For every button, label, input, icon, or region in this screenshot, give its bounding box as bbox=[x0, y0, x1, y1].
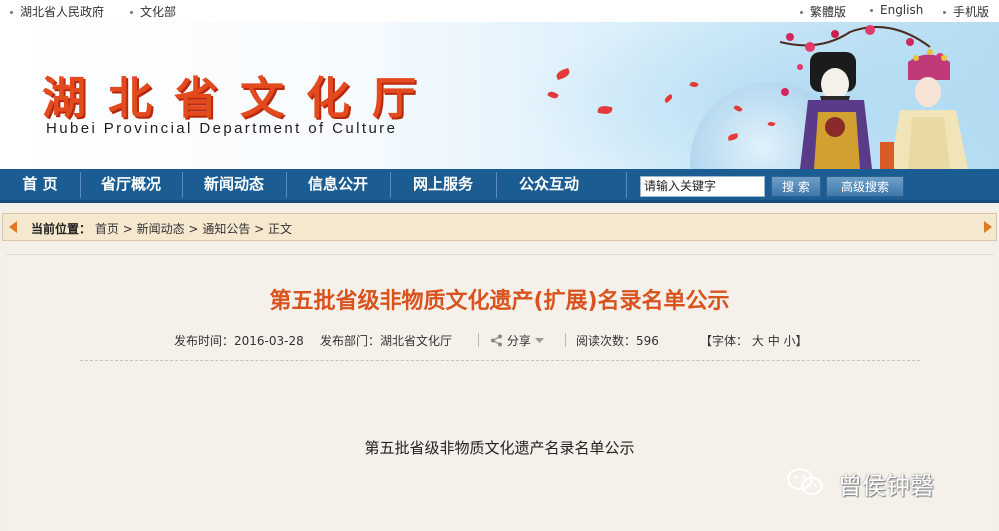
font-size-small[interactable]: 小 bbox=[784, 334, 796, 348]
search-input[interactable]: 请输入关键字 bbox=[640, 176, 765, 197]
chevron-down-icon bbox=[534, 338, 544, 343]
site-logo-subtitle: Hubei Provincial Department of Culture bbox=[46, 120, 398, 137]
breadcrumb-separator: > bbox=[188, 222, 199, 236]
link-label: 文化部 bbox=[140, 5, 177, 19]
link-hubei-government[interactable]: 湖北省人民政府 bbox=[10, 3, 104, 20]
article-body-line: 第五批省级非物质文化遗产名录名单公示 bbox=[364, 439, 635, 457]
link-label: English bbox=[880, 3, 924, 17]
bullet-icon bbox=[130, 11, 133, 14]
bullet-icon bbox=[10, 11, 13, 14]
nav-public-interaction[interactable]: 公众互动 bbox=[496, 169, 602, 200]
breadcrumb-arrow-icon bbox=[9, 221, 17, 233]
breadcrumb-separator: > bbox=[254, 222, 265, 236]
article-title: 第五批省级非物质文化遗产(扩展)名录名单公示 bbox=[269, 289, 730, 314]
wechat-icon bbox=[786, 467, 824, 496]
nav-info-disclosure[interactable]: 信息公开 bbox=[286, 169, 390, 200]
link-traditional-chinese[interactable]: 繁體版 bbox=[800, 3, 846, 20]
publish-time-label: 发布时间： bbox=[174, 334, 235, 348]
font-size-medium[interactable]: 中 bbox=[768, 334, 780, 348]
breadcrumb-text: 当前位置： 首页 > 新闻动态 > 通知公告 > 正文 bbox=[31, 220, 292, 237]
header-banner: 湖北省文化厅 Hubei Provincial Department of Cu… bbox=[0, 22, 999, 169]
breadcrumb-current: 正文 bbox=[268, 222, 293, 236]
site-logo-title[interactable]: 湖北省文化厅 bbox=[42, 62, 438, 126]
meta-divider bbox=[565, 333, 566, 347]
breadcrumb: 当前位置： 首页 > 新闻动态 > 通知公告 > 正文 bbox=[2, 213, 997, 241]
font-size-switcher: 【字体： 大 中 小】 bbox=[700, 332, 808, 349]
breadcrumb-news[interactable]: 新闻动态 bbox=[137, 222, 185, 236]
font-size-large[interactable]: 大 bbox=[752, 334, 764, 348]
link-ministry-culture[interactable]: 文化部 bbox=[130, 3, 176, 20]
font-size-label: 【字体： bbox=[700, 334, 749, 348]
department-label: 发布部门： bbox=[320, 334, 381, 348]
link-label: 繁體版 bbox=[810, 5, 847, 19]
bullet-icon bbox=[800, 11, 803, 14]
publish-time-value: 2016-03-28 bbox=[234, 334, 304, 348]
link-mobile[interactable]: 手机版 bbox=[943, 3, 989, 20]
breadcrumb-home[interactable]: 首页 bbox=[95, 222, 119, 236]
publish-department: 发布部门：湖北省文化厅 bbox=[320, 332, 452, 349]
breadcrumb-separator: > bbox=[122, 222, 133, 236]
nav-divider bbox=[626, 172, 627, 198]
meta-divider bbox=[478, 333, 479, 347]
bullet-icon bbox=[870, 9, 873, 12]
breadcrumb-end-arrow-icon bbox=[984, 221, 992, 233]
nav-overview[interactable]: 省厅概况 bbox=[80, 169, 182, 200]
department-value: 湖北省文化厅 bbox=[380, 334, 453, 348]
breadcrumb-label: 当前位置： bbox=[31, 222, 92, 236]
link-label: 湖北省人民政府 bbox=[20, 5, 105, 19]
read-count: 阅读次数：596 bbox=[576, 332, 659, 349]
link-label: 手机版 bbox=[953, 5, 990, 19]
nav-news[interactable]: 新闻动态 bbox=[182, 169, 286, 200]
nav-online-services[interactable]: 网上服务 bbox=[390, 169, 496, 200]
advanced-search-button[interactable]: 高级搜索 bbox=[826, 176, 904, 197]
share-label: 分享 bbox=[506, 334, 531, 348]
search-button[interactable]: 搜 索 bbox=[771, 176, 821, 197]
breadcrumb-notices[interactable]: 通知公告 bbox=[202, 222, 250, 236]
font-size-close-bracket: 】 bbox=[795, 334, 808, 348]
share-button[interactable]: 分享 bbox=[490, 332, 544, 349]
read-count-value: 596 bbox=[636, 334, 659, 348]
publish-time: 发布时间：2016-03-28 bbox=[174, 332, 304, 349]
bullet-icon bbox=[943, 11, 946, 14]
page: 湖北省人民政府 文化部 繁體版 English 手机版 湖北省文化厅 Hubei… bbox=[0, 0, 999, 531]
link-english[interactable]: English bbox=[870, 3, 923, 17]
opera-figures-illustration bbox=[780, 25, 968, 169]
top-bar: 湖北省人民政府 文化部 繁體版 English 手机版 bbox=[0, 0, 999, 22]
read-count-label: 阅读次数： bbox=[576, 334, 637, 348]
meta-dashed-divider bbox=[80, 360, 920, 361]
nav-home[interactable]: 首 页 bbox=[0, 169, 80, 200]
share-icon bbox=[491, 334, 502, 347]
watermark-text: 曾侯钟磬 bbox=[838, 472, 934, 500]
